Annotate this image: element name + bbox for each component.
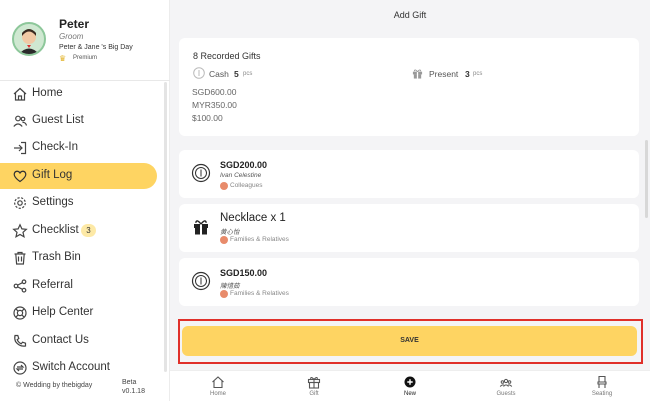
gift-title: Necklace x 1 (220, 212, 286, 224)
version-info: Beta v0.1.18 (122, 378, 145, 396)
group-avatar-icon (220, 290, 228, 298)
sidebar-scrollbar[interactable] (164, 82, 167, 372)
avatar (12, 22, 46, 56)
group-avatar-icon (220, 182, 228, 190)
gear-icon (12, 195, 28, 211)
gift-group: Colleagues (230, 182, 263, 189)
crown-icon: ♛ (59, 54, 67, 63)
gift-item[interactable]: Necklace x 1 黄心怡 Families & Relatives (179, 204, 639, 252)
cash-total-usd: $100.00 (192, 113, 223, 123)
main-scrollbar[interactable] (645, 140, 648, 218)
main-panel: Add Gift 8 Recorded Gifts Cash 5 pcs Pre… (170, 0, 650, 401)
beta-label: Beta (122, 379, 137, 386)
tab-label: Seating (591, 391, 613, 397)
group-avatar-icon (220, 236, 228, 244)
version-label: v0.1.18 (122, 388, 145, 395)
gift-item[interactable]: SGD150.00 陳惜茹 Families & Relatives (179, 258, 639, 306)
present-unit: pcs (473, 71, 483, 77)
profile-card[interactable]: Peter Groom Peter & Jane 's Big Day ♛ Pr… (12, 14, 162, 66)
save-button[interactable]: SAVE (182, 326, 637, 356)
sidebar-item-referral[interactable]: Referral (0, 273, 157, 299)
sidebar-item-contact-us[interactable]: Contact Us (0, 328, 157, 354)
sidebar-item-label: Settings (32, 196, 74, 208)
cash-total-myr: MYR350.00 (192, 100, 237, 110)
sidebar-item-label: Guest List (32, 114, 84, 126)
share-icon (12, 278, 28, 294)
sidebar-nav: Home Guest List Check-In Gift Log Settin… (0, 80, 170, 375)
profile-event: Peter & Jane 's Big Day (59, 44, 133, 51)
sidebar-item-label: Gift Log (32, 169, 73, 181)
sidebar-item-home[interactable]: Home (0, 81, 157, 107)
tab-seating[interactable]: Seating (554, 371, 650, 401)
tab-guests[interactable]: Guests (458, 371, 554, 401)
gift-amount: SGD200.00 (220, 160, 268, 170)
check-in-icon (12, 140, 28, 156)
trash-icon (12, 250, 28, 266)
chair-icon (595, 375, 609, 389)
summary-title: 8 Recorded Gifts (193, 51, 261, 61)
gift-giver: 陳惜茹 (220, 283, 240, 290)
gift-group: Families & Relatives (230, 290, 289, 297)
sidebar-item-settings[interactable]: Settings (0, 190, 157, 216)
home-icon (12, 86, 28, 102)
checklist-count-badge: 3 (81, 224, 96, 237)
cash-label: Cash (209, 69, 229, 79)
sidebar-item-gift-log[interactable]: Gift Log (0, 163, 157, 189)
sidebar-item-guest-list[interactable]: Guest List (0, 108, 157, 134)
sidebar-item-label: Home (32, 87, 63, 99)
sidebar-item-label: Trash Bin (32, 251, 81, 263)
heart-icon (12, 168, 28, 184)
sidebar-item-switch-account[interactable]: Switch Account (0, 355, 157, 375)
sidebar-item-help-center[interactable]: Help Center (0, 300, 157, 326)
sidebar-item-label: Check-In (32, 141, 79, 153)
gift-icon (194, 220, 208, 235)
sidebar-item-label: Referral (32, 279, 73, 291)
sidebar-item-check-in[interactable]: Check-In (0, 135, 157, 161)
copyright: © Wedding by thebigday (16, 382, 93, 389)
profile-name: Peter (59, 17, 90, 31)
coin-icon (191, 271, 211, 291)
tab-label: Home (209, 391, 226, 397)
sidebar-item-label: Switch Account (32, 361, 110, 373)
tab-label: Guests (496, 391, 516, 397)
sidebar-item-checklist[interactable]: Checklist 3 (0, 218, 157, 244)
coin-icon (191, 163, 211, 183)
sidebar-item-trash-bin[interactable]: Trash Bin (0, 245, 157, 271)
gift-icon (412, 69, 423, 79)
sidebar: Peter Groom Peter & Jane 's Big Day ♛ Pr… (0, 0, 170, 401)
present-label: Present (429, 69, 459, 79)
sidebar-item-label: Contact Us (32, 334, 89, 346)
cash-total-sgd: SGD600.00 (192, 87, 237, 97)
gift-group: Families & Relatives (230, 236, 289, 243)
bottom-tab-bar: Home Gift New Guests Seating (170, 370, 650, 401)
group-icon (499, 375, 513, 389)
lifebuoy-icon (12, 305, 28, 321)
tab-label: Gift (309, 391, 319, 397)
star-icon (12, 223, 28, 239)
present-count: 3 (465, 69, 470, 79)
sidebar-item-label: Checklist (32, 224, 79, 236)
phone-icon (12, 333, 28, 349)
coin-icon (193, 67, 205, 79)
profile-role: Groom (59, 32, 84, 41)
cash-unit: pcs (243, 71, 253, 77)
gift-giver: 黄心怡 (220, 229, 240, 236)
gift-item[interactable]: SGD200.00 Ivan Celestine Colleagues (179, 150, 639, 198)
home-icon (211, 375, 225, 389)
tab-home[interactable]: Home (170, 371, 266, 401)
guests-icon (12, 113, 28, 129)
page-title: Add Gift (393, 10, 427, 20)
switch-icon (12, 360, 28, 375)
tab-new[interactable]: New (362, 371, 458, 401)
sidebar-item-label: Help Center (32, 306, 94, 318)
tab-label: New (403, 391, 416, 397)
cash-count: 5 (234, 69, 239, 79)
profile-tier: Premium (73, 55, 98, 61)
gift-icon (307, 375, 321, 389)
tab-gift[interactable]: Gift (266, 371, 362, 401)
gift-summary-card: 8 Recorded Gifts Cash 5 pcs Present 3 pc… (179, 38, 639, 136)
plus-circle-icon (403, 375, 417, 389)
gift-amount: SGD150.00 (220, 268, 268, 278)
gift-giver: Ivan Celestine (220, 172, 262, 179)
